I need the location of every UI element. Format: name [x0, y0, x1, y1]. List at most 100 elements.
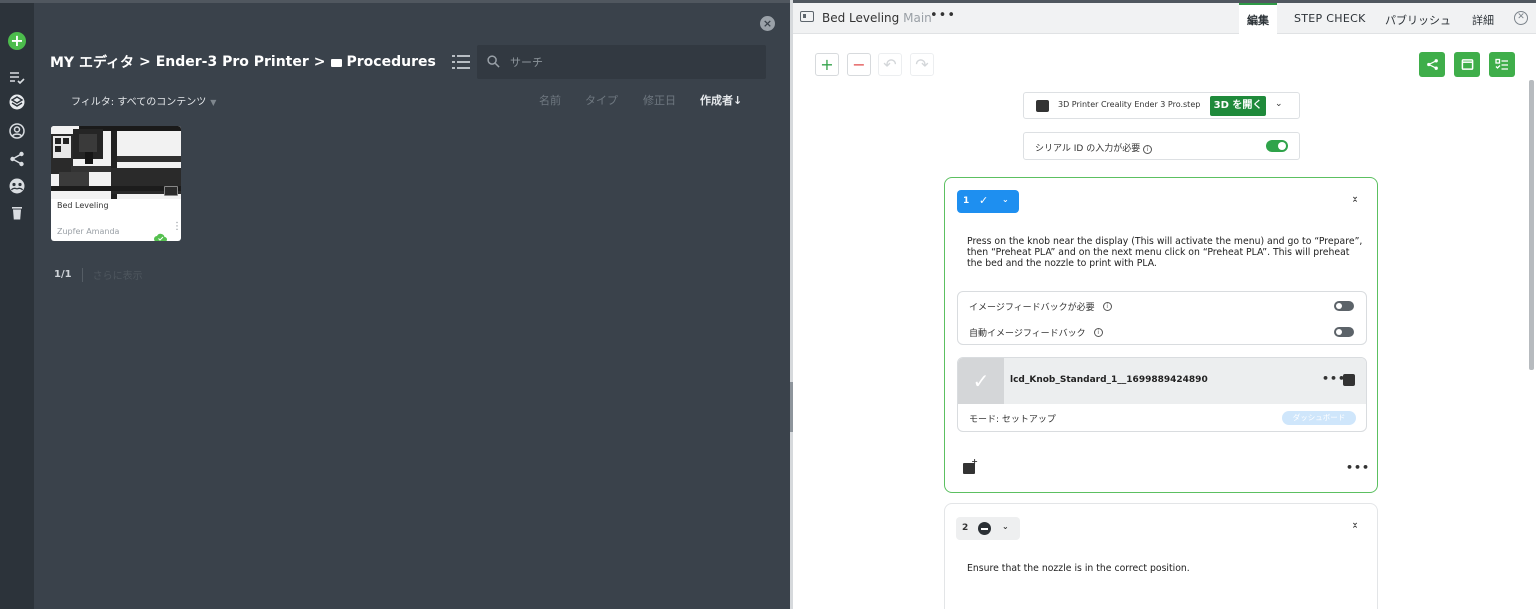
collapse-icon[interactable]: ⌄ ⌃ — [1349, 193, 1361, 209]
procedure-name: Bed Leveling — [822, 11, 900, 25]
share-button[interactable] — [1419, 52, 1445, 77]
minus-circle-icon — [978, 522, 991, 535]
layers-icon[interactable] — [7, 92, 27, 112]
remove-step-button[interactable]: − — [847, 53, 871, 76]
page-count: 1/1 — [54, 269, 72, 280]
image-feedback-required-row: イメージフィードバックが必要 i — [969, 300, 1112, 313]
image-feedback-required-label: イメージフィードバックが必要 — [969, 303, 1095, 313]
preview-window-button[interactable] — [1454, 52, 1480, 77]
close-editor-icon[interactable]: ✕ — [1514, 11, 1528, 25]
procedure-card[interactable]: Bed Leveling Zupfer Amanda ⋮ — [51, 126, 181, 241]
breadcrumb-folder[interactable]: Ender-3 Pro Printer — [156, 54, 309, 70]
undo-icon[interactable]: ↶ — [878, 53, 902, 76]
step-card[interactable]: 2 ⌄ ⌄ ⌃ Ensure that the nozzle is in the … — [944, 503, 1378, 609]
list-view-icon[interactable] — [452, 54, 470, 70]
breadcrumb-current-folder: Procedures — [346, 54, 436, 70]
media-mode: モード: セットアップ — [969, 415, 1056, 425]
pagination: 1/1 さらに表示 — [54, 267, 143, 282]
auto-image-feedback-label: 自動イメージフィードバック — [969, 329, 1086, 339]
tab-details[interactable]: 詳細 — [1472, 12, 1494, 28]
chevron-down-icon: ⌄ — [1002, 522, 1009, 531]
attached-media: ✓ lcd_Knob_Standard_1__1699889424890 •••… — [957, 357, 1367, 432]
search-box[interactable] — [477, 45, 766, 79]
sort-by-author[interactable]: 作成者↓ — [700, 92, 742, 108]
title-more-icon[interactable]: ••• — [930, 8, 956, 23]
model-selector[interactable]: 3D Printer Creality Ender 3 Pro.step 3D … — [1023, 92, 1300, 119]
step-instruction[interactable]: Press on the knob near the display (This… — [967, 236, 1363, 269]
trash-icon[interactable] — [7, 203, 27, 223]
checklist-button[interactable] — [1489, 52, 1515, 77]
serial-id-label: シリアル ID の入力が必要 i — [1035, 141, 1153, 154]
serial-id-toggle[interactable] — [1266, 140, 1288, 152]
search-icon — [487, 53, 500, 72]
auto-image-feedback-toggle[interactable] — [1334, 327, 1354, 337]
card-more-icon[interactable]: ⋮ — [172, 222, 181, 238]
sort-by-modified[interactable]: 修正日 — [643, 92, 676, 108]
chevron-down-icon: ▼ — [210, 98, 217, 107]
card-thumbnail — [51, 126, 181, 199]
community-icon[interactable] — [7, 176, 27, 196]
model-filename: 3D Printer Creality Ender 3 Pro.step — [1058, 100, 1201, 109]
chevron-down-icon: ⌄ — [1002, 195, 1009, 204]
archive-icon[interactable] — [1343, 374, 1355, 386]
info-icon[interactable]: i — [1093, 328, 1103, 337]
editor-scrollbar[interactable] — [1529, 80, 1534, 370]
add-image-icon[interactable] — [963, 457, 978, 474]
step-more-icon[interactable]: ••• — [1346, 461, 1370, 474]
list-check-icon[interactable] — [7, 67, 27, 87]
breadcrumb-separator: > — [313, 54, 326, 70]
step-number: 1 — [963, 196, 970, 206]
step-number: 2 — [962, 523, 969, 533]
image-feedback-required-toggle[interactable] — [1334, 301, 1354, 311]
media-thumbnail-icon[interactable]: ✓ — [958, 358, 1004, 404]
breadcrumb-root[interactable]: MY エディタ — [50, 52, 134, 72]
add-step-button[interactable]: + — [815, 53, 839, 76]
sort-by-type[interactable]: タイプ — [585, 92, 618, 108]
cube-icon — [1036, 100, 1049, 112]
collapse-icon[interactable]: ⌄ ⌃ — [1349, 519, 1361, 535]
step-card[interactable]: 1 ✓ ⌄ ⌄ ⌃ Press on the knob near the disp… — [944, 177, 1378, 493]
media-name: lcd_Knob_Standard_1__1699889424890 — [1010, 375, 1208, 385]
tab-edit[interactable]: 編集 — [1239, 3, 1277, 34]
filter-dropdown[interactable]: フィルタ: すべてのコンテンツ ▼ — [71, 93, 216, 108]
close-library-icon[interactable]: × — [760, 16, 775, 31]
left-icon-rail: + — [0, 0, 34, 609]
info-icon[interactable]: i — [1143, 145, 1153, 154]
tab-publish[interactable]: パブリッシュ — [1385, 12, 1451, 28]
procedure-type-icon — [164, 186, 178, 196]
search-input[interactable] — [510, 55, 740, 69]
check-plus-icon: ✓ — [979, 194, 989, 207]
breadcrumb-separator: > — [138, 54, 151, 70]
procedure-version: Main — [903, 11, 932, 25]
tab-step-check[interactable]: STEP CHECK — [1294, 12, 1366, 25]
user-circle-icon[interactable] — [7, 121, 27, 141]
redo-icon[interactable]: ↷ — [910, 53, 934, 76]
share-icon[interactable] — [7, 149, 27, 169]
media-header: ✓ lcd_Knob_Standard_1__1699889424890 ••• — [958, 358, 1366, 404]
procedure-editor: Bed Leveling Main ••• 編集 STEP CHECK パブリッ… — [793, 0, 1536, 609]
editor-header: Bed Leveling Main ••• 編集 STEP CHECK パブリッ… — [793, 0, 1536, 34]
add-icon[interactable]: + — [7, 31, 27, 51]
step-type-badge[interactable]: 2 ⌄ — [956, 517, 1020, 540]
card-title: Bed Leveling — [57, 201, 109, 210]
open-3d-button[interactable]: 3D を開く — [1210, 96, 1266, 116]
procedure-title: Bed Leveling Main — [822, 11, 932, 25]
cloud-synced-icon — [154, 227, 167, 241]
show-more-link[interactable]: さらに表示 — [93, 267, 143, 282]
pager-divider — [81, 267, 83, 282]
serial-id-text: シリアル ID の入力が必要 — [1035, 144, 1141, 154]
media-tag[interactable]: ダッシュボード — [1282, 411, 1356, 425]
filter-label: フィルタ: すべてのコンテンツ — [71, 97, 207, 108]
library-panel: × MY エディタ > Ender-3 Pro Printer > Proced… — [34, 0, 790, 609]
serial-id-setting: シリアル ID の入力が必要 i — [1023, 132, 1300, 160]
panel-toggle-icon[interactable] — [800, 11, 814, 22]
step-type-badge[interactable]: 1 ✓ ⌄ — [957, 190, 1019, 213]
feedback-settings: イメージフィードバックが必要 i 自動イメージフィードバック i — [957, 291, 1367, 345]
sort-by-name[interactable]: 名前 — [539, 92, 561, 108]
step-instruction[interactable]: Ensure that the nozzle is in the correct… — [967, 563, 1190, 574]
folder-icon — [330, 59, 342, 67]
breadcrumb: MY エディタ > Ender-3 Pro Printer > Procedur… — [50, 52, 436, 72]
info-icon[interactable]: i — [1102, 302, 1112, 311]
chevron-down-icon[interactable]: ⌄ — [1275, 99, 1283, 109]
auto-image-feedback-row: 自動イメージフィードバック i — [969, 326, 1103, 339]
